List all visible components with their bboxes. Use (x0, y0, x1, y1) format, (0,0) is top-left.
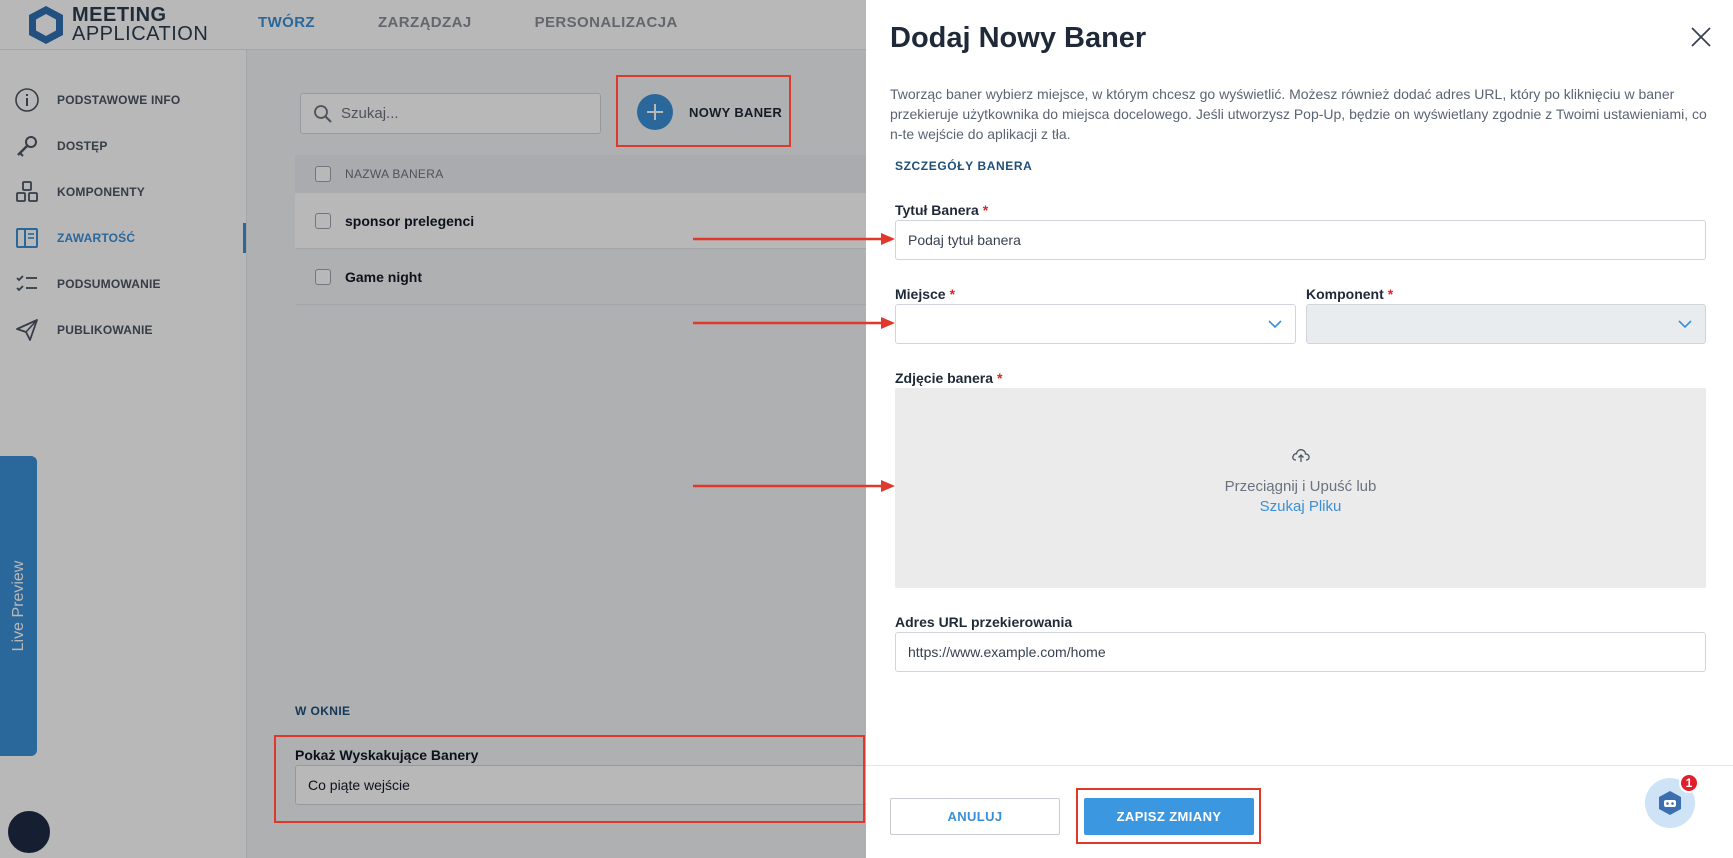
banner-title-placeholder: Podaj tytuł banera (908, 232, 1021, 248)
banner-details-section: SZCZEGÓŁY BANERA (895, 159, 1033, 173)
drawer-description: Tworząc baner wybierz miejsce, w którym … (890, 86, 1707, 142)
title-label-text: Tytuł Banera (895, 202, 979, 218)
chevron-down-icon (1268, 320, 1282, 329)
arrow-to-image-field (693, 480, 895, 492)
chevron-down-icon (1678, 320, 1692, 329)
chat-bot-icon (1659, 791, 1681, 815)
place-label-text: Miejsce (895, 286, 946, 302)
cancel-button[interactable]: ANULUJ (890, 798, 1060, 835)
close-icon (1691, 27, 1711, 47)
component-field-label: Komponent * (1306, 286, 1393, 302)
image-dropzone[interactable]: Przeciągnij i Upuść lub Szukaj Pliku (895, 388, 1706, 588)
component-label-text: Komponent (1306, 286, 1384, 302)
browse-files-link[interactable]: Szukaj Pliku (895, 498, 1706, 515)
add-banner-drawer: Dodaj Nowy Baner Tworząc baner wybierz m… (866, 0, 1733, 858)
required-mark: * (997, 370, 1003, 386)
url-field-label: Adres URL przekierowania (895, 614, 1073, 630)
drawer-title: Dodaj Nowy Baner (890, 22, 1147, 54)
highlight-new-banner (616, 75, 791, 147)
image-label-text: Zdjęcie banera (895, 370, 994, 386)
redirect-url-value: https://www.example.com/home (908, 644, 1106, 660)
required-mark: * (982, 202, 989, 218)
place-field-label: Miejsce * (895, 286, 955, 302)
image-field-label: Zdjęcie banera * (895, 370, 1003, 386)
cloud-upload-icon (1292, 449, 1310, 462)
component-select[interactable] (1306, 304, 1706, 344)
highlight-save-button (1076, 788, 1261, 844)
chat-notification-badge: 1 (1679, 773, 1699, 793)
arrow-to-title-field (693, 233, 895, 245)
dropzone-text: Przeciągnij i Upuść lub (1224, 478, 1377, 495)
required-mark: * (1387, 286, 1394, 302)
required-mark: * (949, 286, 956, 302)
highlight-popup-setting (274, 735, 865, 823)
drawer-footer-divider (866, 765, 1733, 766)
arrow-to-place-field (693, 317, 895, 329)
banner-title-input[interactable]: Podaj tytuł banera (895, 220, 1706, 260)
redirect-url-input[interactable]: https://www.example.com/home (895, 632, 1706, 672)
place-select[interactable] (895, 304, 1296, 344)
close-button[interactable] (1686, 22, 1716, 52)
title-field-label: Tytuł Banera * (895, 202, 988, 218)
